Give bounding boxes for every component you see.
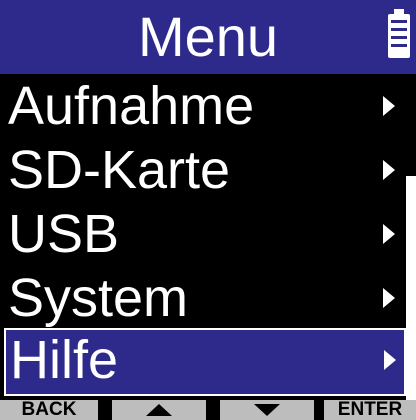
down-arrow-icon — [254, 404, 280, 416]
footer-bar: BACK ENTER — [0, 400, 416, 420]
back-button[interactable]: BACK — [0, 400, 98, 420]
up-button[interactable] — [112, 400, 206, 420]
chevron-right-icon — [384, 350, 396, 370]
chevron-right-icon — [383, 160, 395, 180]
menu-item-aufnahme[interactable]: Aufnahme — [0, 74, 400, 138]
menu-item-sd-karte[interactable]: SD-Karte — [0, 138, 400, 202]
menu-item-system[interactable]: System — [0, 266, 400, 330]
battery-icon — [388, 9, 410, 58]
scrollbar[interactable] — [406, 176, 416, 400]
enter-button[interactable]: ENTER — [324, 400, 416, 420]
page-title: Menu — [137, 5, 279, 68]
menu-item-label: SD-Karte — [8, 140, 231, 200]
menu-item-label: Hilfe — [10, 330, 119, 390]
menu-item-label: System — [8, 268, 189, 328]
menu-item-label: USB — [8, 204, 120, 264]
menu-item-usb[interactable]: USB — [0, 202, 400, 266]
menu-item-label: Aufnahme — [8, 76, 255, 136]
chevron-right-icon — [383, 224, 395, 244]
menu-item-hilfe[interactable]: Hilfe — [4, 328, 406, 396]
header-bar: Menu — [0, 0, 416, 74]
chevron-right-icon — [383, 288, 395, 308]
down-button[interactable] — [220, 400, 314, 420]
up-arrow-icon — [146, 404, 172, 416]
chevron-right-icon — [383, 96, 395, 116]
